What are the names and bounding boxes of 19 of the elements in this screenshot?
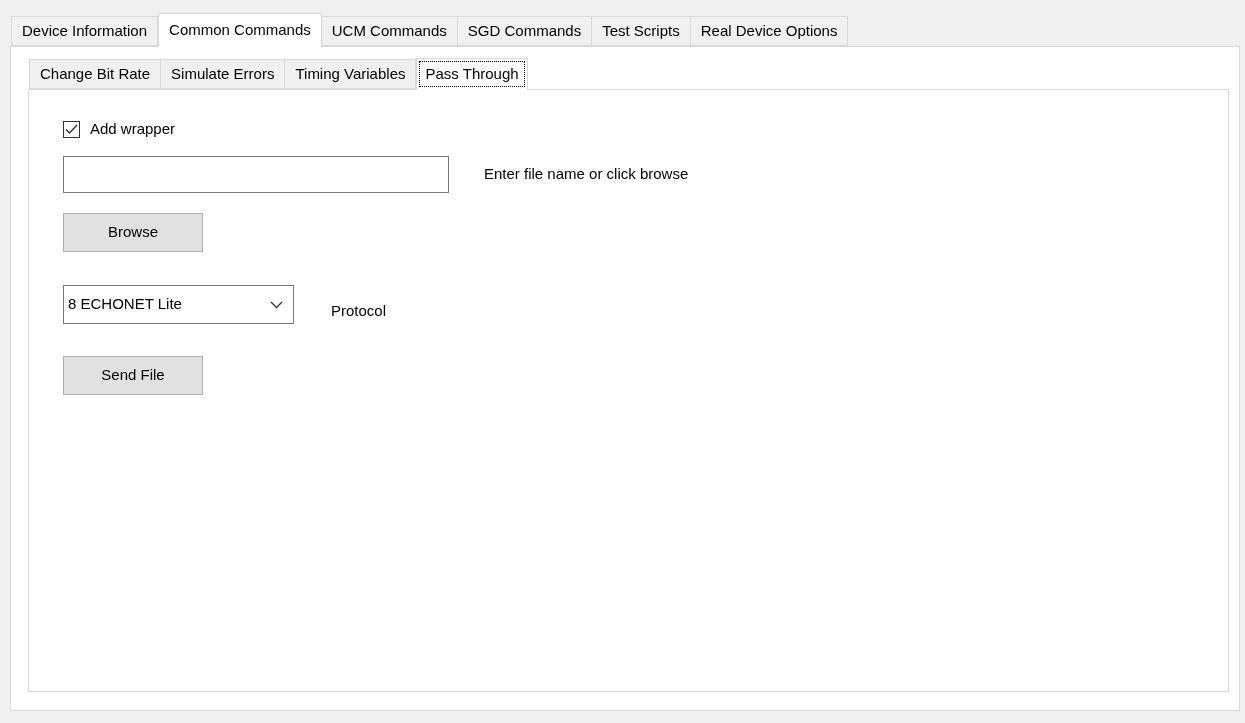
tab[interactable]: Device Information — [11, 16, 159, 46]
tab[interactable]: Test Scripts — [591, 16, 691, 46]
tab[interactable]: Pass Through — [416, 58, 528, 90]
tab[interactable]: Real Device Options — [689, 16, 849, 46]
tab[interactable]: Common Commands — [158, 13, 322, 47]
checkbox-label: Add wrapper — [90, 118, 176, 139]
field-hint-label: Enter file name or click browse — [484, 164, 689, 185]
browse-button[interactable]: Browse — [63, 213, 203, 252]
tab[interactable]: SGD Commands — [456, 16, 593, 46]
tab[interactable]: UCM Commands — [320, 16, 458, 46]
file-name-field[interactable] — [63, 156, 449, 193]
tab[interactable]: Simulate Errors — [160, 59, 286, 89]
checkbox[interactable] — [63, 120, 80, 138]
send-file-button[interactable]: Send File — [63, 356, 203, 395]
tab[interactable]: Change Bit Rate — [29, 59, 162, 89]
tab[interactable]: Timing Variables — [284, 59, 417, 89]
chevron-down-icon — [270, 300, 283, 309]
protocol-dropdown[interactable]: 8 ECHONET Lite — [63, 285, 294, 324]
protocol-label: Protocol — [331, 300, 387, 321]
